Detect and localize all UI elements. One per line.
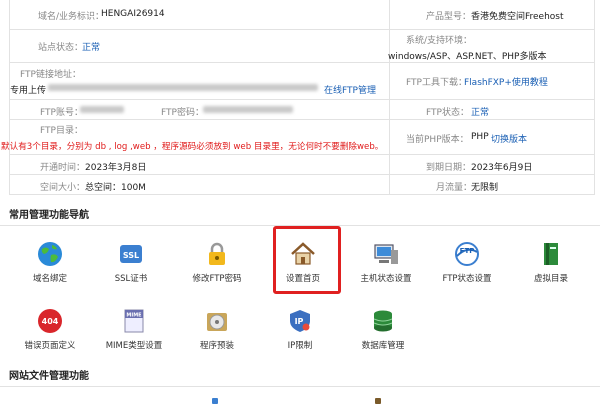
- nav-change-ftp-password[interactable]: 修改FTP密码: [182, 240, 252, 284]
- globe-icon: [35, 240, 65, 268]
- open-date-label: 开通时间：: [40, 163, 86, 173]
- space-size-label: 空间大小：: [40, 183, 86, 193]
- site-status-value: 正常: [82, 43, 101, 53]
- svg-text:FTP: FTP: [460, 247, 475, 255]
- disc-icon: [202, 307, 232, 335]
- nav-mime-types[interactable]: MIME MIME类型设置: [99, 307, 169, 351]
- partial-icon: [375, 398, 381, 404]
- traffic-label: 月流量：: [436, 183, 473, 193]
- domain-label: 域名/业务标识：: [38, 12, 105, 22]
- traffic-value: 无限制: [471, 183, 499, 193]
- ftp-password-redacted: [203, 106, 293, 113]
- php-value: PHP: [471, 132, 489, 142]
- nav-database[interactable]: 数据库管理: [348, 307, 418, 351]
- open-date-value: 2023年3月8日: [85, 163, 147, 173]
- lock-icon: [202, 240, 232, 268]
- section-files-title: 网站文件管理功能: [9, 371, 89, 382]
- nav-ssl-certificate[interactable]: SSL SSL证书: [96, 240, 166, 284]
- ftp-account-label: FTP账号：: [40, 108, 83, 118]
- ftp-status-value: 正常: [471, 108, 490, 118]
- error-404-icon: 404: [35, 307, 65, 335]
- space-size-value: 总空间：100M: [85, 183, 146, 193]
- nav-domain-binding[interactable]: 域名绑定: [15, 240, 85, 284]
- env-label: 系统/支持环境：: [406, 36, 473, 46]
- nav-ftp-status[interactable]: FTP FTP状态设置: [432, 240, 502, 284]
- ftp-account-redacted: [80, 106, 124, 113]
- expire-date-label: 到期日期：: [426, 163, 472, 173]
- svg-text:IP: IP: [295, 317, 304, 326]
- nav-virtual-directory[interactable]: 虚拟目录: [516, 240, 586, 284]
- nav-ip-restriction[interactable]: IP IP限制: [265, 307, 335, 351]
- site-status-label: 站点状态：: [38, 43, 84, 53]
- expire-date-value: 2023年6月9日: [471, 163, 533, 173]
- ssl-icon: SSL: [116, 240, 146, 268]
- ip-icon: IP: [285, 307, 315, 335]
- svg-text:404: 404: [42, 317, 59, 326]
- nav-preinstall[interactable]: 程序预装: [182, 307, 252, 351]
- php-switch-link[interactable]: 切换版本: [491, 132, 527, 145]
- section-common-title: 常用管理功能导航: [9, 210, 89, 221]
- nav-error-pages[interactable]: 404 错误页面定义: [15, 307, 85, 351]
- section-divider: [0, 386, 600, 387]
- ftp-status-label: FTP状态：: [426, 108, 469, 118]
- computer-icon: [371, 240, 401, 268]
- nav-host-status[interactable]: 主机状态设置: [351, 240, 421, 284]
- php-label: 当前PHP版本：: [406, 135, 469, 145]
- ftp-addr-redacted: [48, 84, 318, 91]
- partial-icon: [212, 398, 218, 404]
- ftp-dir-warning: 默认有3个目录，分别为 db , log ,web ，程序源码必须放到 web …: [1, 142, 384, 152]
- ftp-addr-prefix: 专用上传: [10, 86, 47, 96]
- ftp-tool-label: FTP工具下载：: [406, 78, 467, 88]
- ftp-addr-label: FTP链接地址：: [20, 70, 81, 80]
- ftp-password-label: FTP密码：: [161, 108, 204, 118]
- svg-text:SSL: SSL: [123, 251, 139, 260]
- mime-icon: MIME: [119, 307, 149, 335]
- env-value: windows/ASP、ASP.NET、PHP多版本: [388, 52, 547, 62]
- ftp-dir-label: FTP目录：: [40, 126, 83, 136]
- product-label: 产品型号：: [426, 12, 472, 22]
- account-info-table: 域名/业务标识： HENGAI26914 产品型号： 香港免费空间Freehos…: [1, 0, 595, 195]
- database-icon: [368, 307, 398, 335]
- svg-text:MIME: MIME: [126, 313, 142, 319]
- highlight-box: [273, 226, 341, 294]
- book-icon: [536, 240, 566, 268]
- ftp-online-link[interactable]: 在线FTP管理: [324, 83, 376, 96]
- domain-value: HENGAI26914: [101, 9, 165, 19]
- ftp-tool-link[interactable]: FlashFXP+使用教程: [464, 75, 548, 88]
- product-value: 香港免费空间Freehost: [471, 12, 564, 22]
- ftp-icon: FTP: [452, 240, 482, 268]
